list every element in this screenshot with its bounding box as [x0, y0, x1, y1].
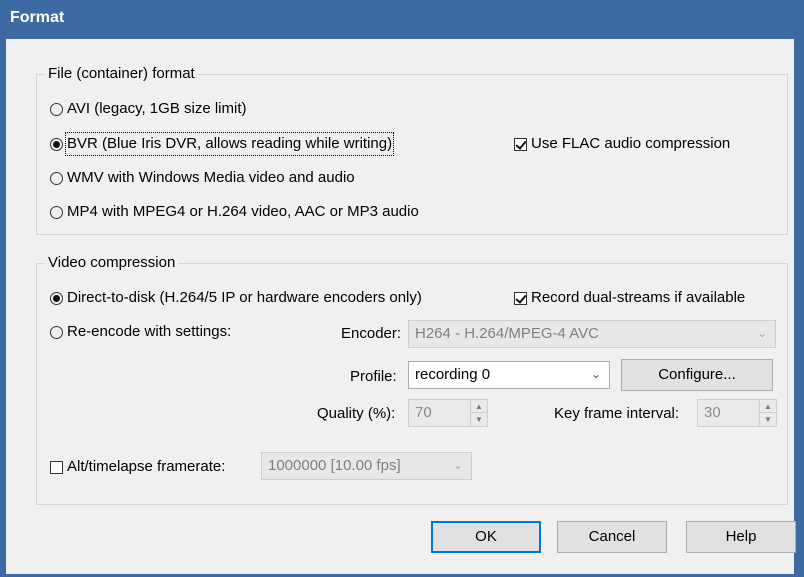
- radio-direct-label: Direct-to-disk (H.264/5 IP or hardware e…: [67, 289, 422, 306]
- radio-wmv[interactable]: WMV with Windows Media video and audio: [50, 168, 355, 188]
- help-button[interactable]: Help: [686, 521, 796, 553]
- quality-label: Quality (%):: [317, 405, 396, 422]
- quality-spin-buttons[interactable]: ▲ ▼: [470, 400, 487, 426]
- chevron-down-icon: ⌄: [756, 326, 767, 340]
- flac-checkbox-label: Use FLAC audio compression: [531, 135, 731, 152]
- configure-button[interactable]: Configure...: [621, 359, 773, 391]
- radio-direct-indicator[interactable]: [50, 291, 63, 305]
- profile-label: Profile:: [350, 368, 397, 385]
- window-left-border: [0, 39, 6, 577]
- quality-spinner[interactable]: 70 ▲ ▼: [408, 399, 488, 427]
- radio-reencode[interactable]: Re-encode with settings:: [50, 322, 231, 342]
- radio-direct-to-disk[interactable]: Direct-to-disk (H.264/5 IP or hardware e…: [50, 288, 422, 308]
- keyframe-spin-buttons[interactable]: ▲ ▼: [759, 400, 776, 426]
- radio-reencode-indicator[interactable]: [50, 325, 63, 339]
- spin-up-icon[interactable]: ▲: [471, 400, 487, 413]
- radio-bvr-label: BVR (Blue Iris DVR, allows reading while…: [64, 132, 395, 156]
- window-title: Format: [10, 9, 65, 26]
- radio-avi-indicator[interactable]: [50, 102, 63, 116]
- alt-framerate-label: Alt/timelapse framerate:: [67, 458, 226, 475]
- keyframe-value: 30: [704, 404, 721, 421]
- radio-wmv-indicator[interactable]: [50, 171, 63, 185]
- spin-down-icon[interactable]: ▼: [471, 413, 487, 426]
- spin-down-icon[interactable]: ▼: [760, 413, 776, 426]
- radio-mp4-label: MP4 with MPEG4 or H.264 video, AAC or MP…: [67, 203, 419, 220]
- alt-framerate-checkbox-box[interactable]: [50, 460, 63, 474]
- radio-bvr[interactable]: BVR (Blue Iris DVR, allows reading while…: [50, 132, 395, 156]
- radio-mp4[interactable]: MP4 with MPEG4 or H.264 video, AAC or MP…: [50, 202, 419, 222]
- cancel-button[interactable]: Cancel: [557, 521, 667, 553]
- keyframe-label: Key frame interval:: [554, 405, 680, 422]
- dual-streams-checkbox[interactable]: Record dual-streams if available: [514, 288, 745, 308]
- radio-avi-label: AVI (legacy, 1GB size limit): [67, 100, 247, 117]
- radio-avi[interactable]: AVI (legacy, 1GB size limit): [50, 99, 247, 119]
- dual-streams-checkbox-box[interactable]: [514, 291, 527, 305]
- flac-checkbox-box[interactable]: [514, 137, 527, 151]
- encoder-label: Encoder:: [341, 325, 402, 342]
- window-title-bar: Format: [0, 0, 804, 39]
- alt-framerate-checkbox[interactable]: Alt/timelapse framerate:: [50, 457, 225, 477]
- encoder-select-value: H264 - H.264/MPEG-4 AVC: [415, 325, 599, 342]
- encoder-select[interactable]: H264 - H.264/MPEG-4 AVC ⌄: [408, 320, 776, 348]
- file-format-group-title: File (container) format: [45, 64, 198, 84]
- quality-value: 70: [415, 404, 432, 421]
- radio-wmv-label: WMV with Windows Media video and audio: [67, 169, 355, 186]
- alt-framerate-value: 1000000 [10.00 fps]: [268, 457, 401, 474]
- profile-select-value: recording 0: [415, 366, 491, 383]
- alt-framerate-select[interactable]: 1000000 [10.00 fps] ⌄: [261, 452, 472, 480]
- window-right-border: [794, 39, 804, 577]
- dual-streams-checkbox-label: Record dual-streams if available: [531, 289, 746, 306]
- radio-bvr-indicator[interactable]: [50, 137, 63, 151]
- chevron-down-icon: ⌄: [590, 367, 601, 381]
- flac-checkbox[interactable]: Use FLAC audio compression: [514, 134, 730, 154]
- radio-reencode-label: Re-encode with settings:: [67, 323, 232, 340]
- chevron-down-icon: ⌄: [452, 458, 463, 472]
- radio-mp4-indicator[interactable]: [50, 205, 63, 219]
- spin-up-icon[interactable]: ▲: [760, 400, 776, 413]
- profile-select[interactable]: recording 0 ⌄: [408, 361, 610, 389]
- keyframe-spinner[interactable]: 30 ▲ ▼: [697, 399, 777, 427]
- video-compression-group-title: Video compression: [45, 253, 179, 273]
- ok-button[interactable]: OK: [431, 521, 541, 553]
